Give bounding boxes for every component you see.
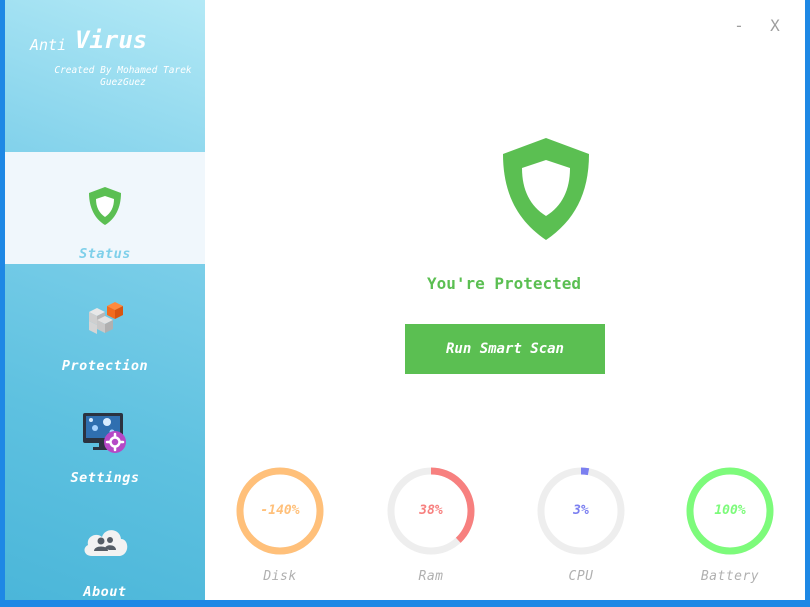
disk-gauge-value: -140% [260,503,300,518]
app-window: Anti Virus Created By Mohamed Tarek Guez… [5,0,805,600]
sidebar-item-about[interactable]: About [5,488,205,600]
disk-gauge-label: Disk [263,569,297,584]
sidebar-item-settings[interactable]: Settings [5,376,205,488]
protection-status-text: You're Protected [426,274,582,293]
cpu-gauge: 3% [536,466,626,556]
brand-anti-text: Anti [30,36,67,54]
monitor-gear-icon [5,410,205,460]
blocks-icon [5,298,205,346]
ram-gauge-value: 38% [419,503,443,518]
brand-virus-text: Virus [75,26,148,54]
sidebar-item-label: About [83,584,127,600]
ram-gauge: 38% [386,466,476,556]
shield-icon [5,186,205,230]
battery-gauge: 100% [685,466,775,556]
sidebar-item-label: Protection [61,358,149,374]
brand-credit: Created By Mohamed Tarek GuezGuez [54,65,192,88]
battery-gauge-label: Battery [700,569,760,584]
sidebar-item-protection[interactable]: Protection [5,264,205,376]
sidebar-item-label: Settings [70,470,140,486]
protected-shield-icon [500,136,592,246]
cloud-users-icon [5,524,205,564]
battery-gauge-value: 100% [714,503,746,518]
disk-gauge: -140% [235,466,325,556]
sidebar-item-status[interactable]: Status [5,152,205,264]
sidebar-item-label: Status [79,246,131,262]
brand-header: Anti Virus Created By Mohamed Tarek Guez… [5,0,205,152]
close-button[interactable]: X [763,14,787,38]
run-smart-scan-button[interactable]: Run Smart Scan [405,324,605,374]
minimize-button[interactable]: - [727,14,751,38]
cpu-gauge-label: CPU [568,569,594,584]
ram-gauge-label: Ram [418,569,444,584]
sidebar: Anti Virus Created By Mohamed Tarek Guez… [5,0,205,600]
cpu-gauge-value: 3% [573,503,589,518]
